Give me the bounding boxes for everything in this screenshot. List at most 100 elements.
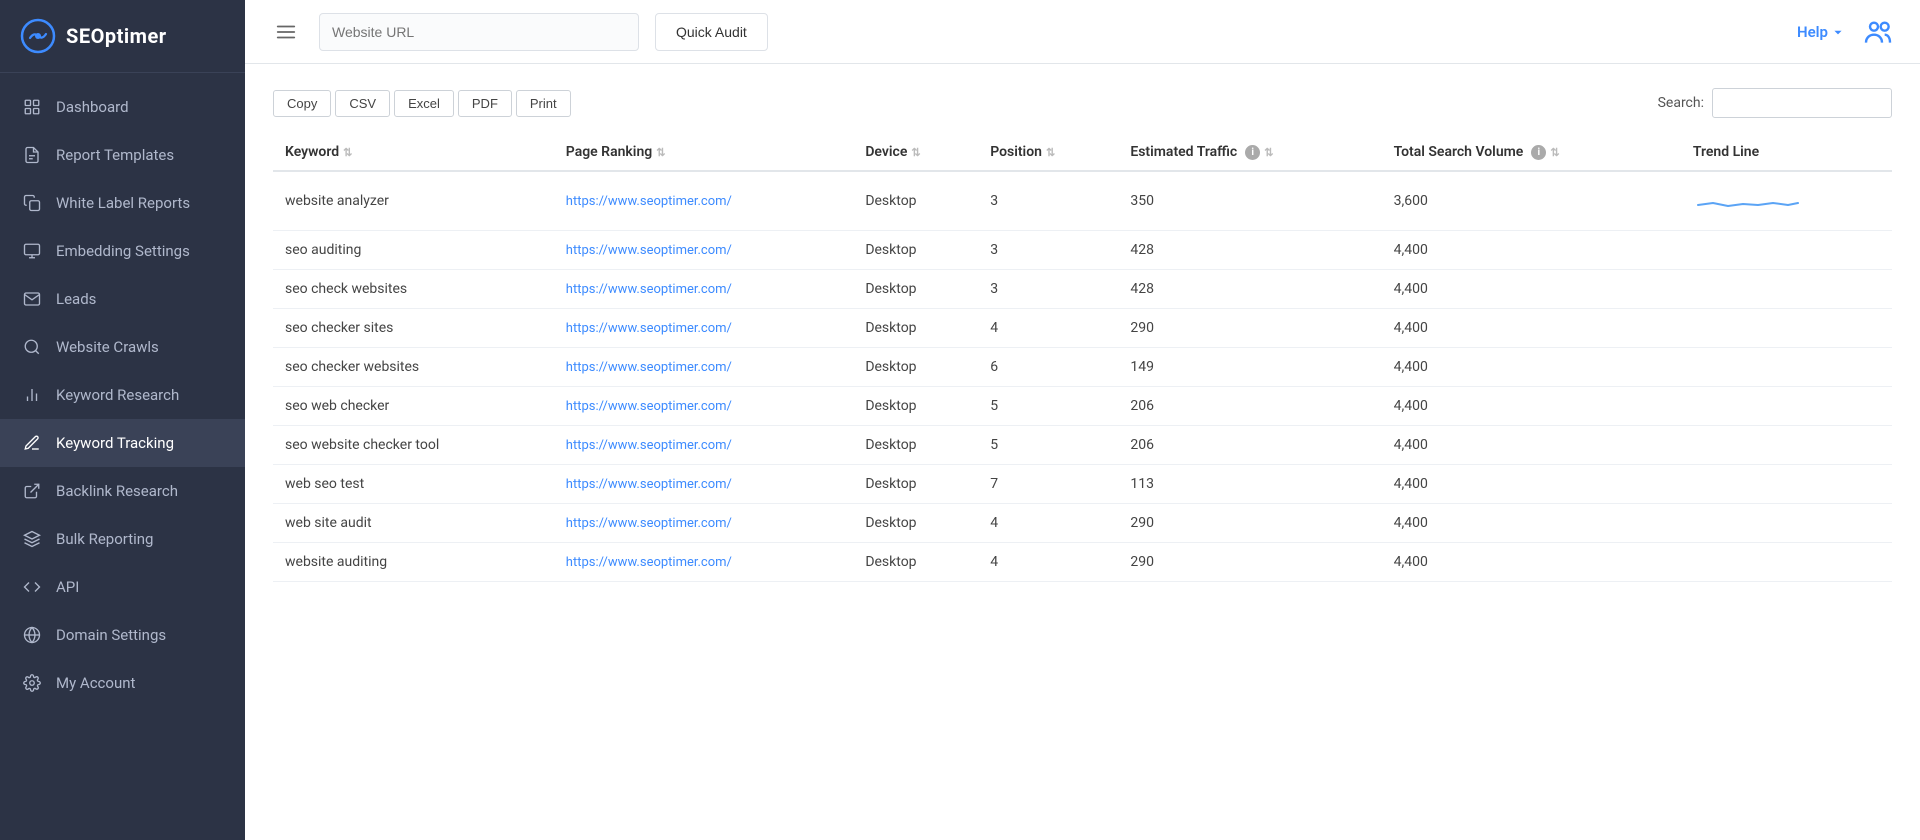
keyword-cell: seo web checker <box>273 387 554 426</box>
sidebar-item-embedding[interactable]: Embedding Settings <box>0 227 245 275</box>
total-search-volume-cell: 4,400 <box>1382 426 1681 465</box>
estimated-traffic-cell: 290 <box>1118 309 1381 348</box>
total-search-volume-cell: 4,400 <box>1382 387 1681 426</box>
sidebar-item-label: White Label Reports <box>56 194 190 212</box>
estimated-traffic-cell: 350 <box>1118 171 1381 231</box>
sidebar-item-white-label[interactable]: White Label Reports <box>0 179 245 227</box>
seoptimer-logo-icon <box>20 18 56 54</box>
page-ranking-sort[interactable]: Page Ranking ⇅ <box>566 144 666 160</box>
user-avatar[interactable] <box>1860 14 1896 50</box>
sidebar-item-report-templates[interactable]: Report Templates <box>0 131 245 179</box>
table-row: seo web checker https://www.seoptimer.co… <box>273 387 1892 426</box>
table-row: website analyzer https://www.seoptimer.c… <box>273 171 1892 231</box>
help-label: Help <box>1797 23 1828 41</box>
col-header-total-search-volume: Total Search Volume i ⇅ <box>1382 134 1681 171</box>
trend-line-cell <box>1681 504 1892 543</box>
trend-line-cell <box>1681 387 1892 426</box>
keyword-sort[interactable]: Keyword ⇅ <box>285 144 352 160</box>
total-search-volume-cell: 4,400 <box>1382 270 1681 309</box>
trend-line-cell <box>1681 465 1892 504</box>
grid-icon <box>22 97 42 117</box>
main-area: Quick Audit Help Copy CSV Excel PDF Prin… <box>245 0 1920 840</box>
sidebar-item-label: Backlink Research <box>56 482 178 500</box>
sidebar-item-label: Keyword Tracking <box>56 434 174 452</box>
layers-icon <box>22 529 42 549</box>
device-cell: Desktop <box>853 543 978 582</box>
sidebar-item-api[interactable]: API <box>0 563 245 611</box>
monitor-icon <box>22 241 42 261</box>
estimated-traffic-info-icon[interactable]: i <box>1245 145 1260 160</box>
total-search-volume-sort[interactable]: Total Search Volume i ⇅ <box>1394 144 1560 160</box>
search-input[interactable] <box>1712 88 1892 118</box>
total-search-volume-cell: 4,400 <box>1382 465 1681 504</box>
position-cell: 4 <box>978 504 1118 543</box>
estimated-traffic-cell: 428 <box>1118 231 1381 270</box>
col-header-keyword: Keyword ⇅ <box>273 134 554 171</box>
sidebar-item-keyword-tracking[interactable]: Keyword Tracking <box>0 419 245 467</box>
page-ranking-cell: https://www.seoptimer.com/ <box>554 171 854 231</box>
sidebar-item-label: Embedding Settings <box>56 242 190 260</box>
sort-icon: ⇅ <box>343 146 352 159</box>
page-ranking-cell: https://www.seoptimer.com/ <box>554 426 854 465</box>
trend-line-cell <box>1681 426 1892 465</box>
sort-icon: ⇅ <box>1550 146 1559 159</box>
page-ranking-cell: https://www.seoptimer.com/ <box>554 387 854 426</box>
help-button[interactable]: Help <box>1797 23 1844 41</box>
sidebar-navigation: Dashboard Report Templates White Label R… <box>0 73 245 717</box>
page-ranking-cell: https://www.seoptimer.com/ <box>554 348 854 387</box>
sidebar-item-website-crawls[interactable]: Website Crawls <box>0 323 245 371</box>
sidebar-item-bulk-reporting[interactable]: Bulk Reporting <box>0 515 245 563</box>
device-sort[interactable]: Device ⇅ <box>865 144 920 160</box>
sort-icon: ⇅ <box>1264 146 1273 159</box>
table-row: web seo test https://www.seoptimer.com/ … <box>273 465 1892 504</box>
trend-line-cell <box>1681 348 1892 387</box>
table-row: seo auditing https://www.seoptimer.com/ … <box>273 231 1892 270</box>
copy-button[interactable]: Copy <box>273 90 331 117</box>
keyword-cell: seo check websites <box>273 270 554 309</box>
code-icon <box>22 577 42 597</box>
sidebar-item-keyword-research[interactable]: Keyword Research <box>0 371 245 419</box>
table-row: seo checker websites https://www.seoptim… <box>273 348 1892 387</box>
sidebar-item-my-account[interactable]: My Account <box>0 659 245 707</box>
trend-line-cell <box>1681 309 1892 348</box>
estimated-traffic-cell: 428 <box>1118 270 1381 309</box>
sidebar-item-label: API <box>56 578 79 596</box>
total-search-volume-cell: 4,400 <box>1382 231 1681 270</box>
print-button[interactable]: Print <box>516 90 571 117</box>
keyword-table: Keyword ⇅ Page Ranking ⇅ Device ⇅ <box>273 134 1892 582</box>
table-row: web site audit https://www.seoptimer.com… <box>273 504 1892 543</box>
sidebar-item-domain-settings[interactable]: Domain Settings <box>0 611 245 659</box>
position-cell: 4 <box>978 543 1118 582</box>
page-ranking-cell: https://www.seoptimer.com/ <box>554 465 854 504</box>
pdf-button[interactable]: PDF <box>458 90 512 117</box>
total-search-volume-cell: 3,600 <box>1382 171 1681 231</box>
device-cell: Desktop <box>853 504 978 543</box>
estimated-traffic-sort[interactable]: Estimated Traffic i ⇅ <box>1130 144 1273 160</box>
position-sort[interactable]: Position ⇅ <box>990 144 1055 160</box>
trend-line-cell <box>1681 543 1892 582</box>
quick-audit-button[interactable]: Quick Audit <box>655 13 768 51</box>
estimated-traffic-cell: 290 <box>1118 543 1381 582</box>
keyword-cell: website auditing <box>273 543 554 582</box>
table-header-row: Keyword ⇅ Page Ranking ⇅ Device ⇅ <box>273 134 1892 171</box>
total-search-volume-cell: 4,400 <box>1382 309 1681 348</box>
bar-chart-icon <box>22 385 42 405</box>
csv-button[interactable]: CSV <box>335 90 390 117</box>
header: Quick Audit Help <box>245 0 1920 64</box>
trend-line-cell <box>1681 171 1892 231</box>
hamburger-menu[interactable] <box>269 15 303 49</box>
total-search-volume-info-icon[interactable]: i <box>1531 145 1546 160</box>
sidebar-item-leads[interactable]: Leads <box>0 275 245 323</box>
keyword-cell: web seo test <box>273 465 554 504</box>
excel-button[interactable]: Excel <box>394 90 454 117</box>
device-cell: Desktop <box>853 309 978 348</box>
device-cell: Desktop <box>853 231 978 270</box>
sidebar-item-backlink-research[interactable]: Backlink Research <box>0 467 245 515</box>
sort-icon: ⇅ <box>656 146 665 159</box>
sidebar-item-label: Website Crawls <box>56 338 159 356</box>
sidebar-item-dashboard[interactable]: Dashboard <box>0 83 245 131</box>
trend-line-cell <box>1681 231 1892 270</box>
trend-line-cell <box>1681 270 1892 309</box>
url-input[interactable] <box>319 13 639 51</box>
sidebar-item-label: My Account <box>56 674 135 692</box>
